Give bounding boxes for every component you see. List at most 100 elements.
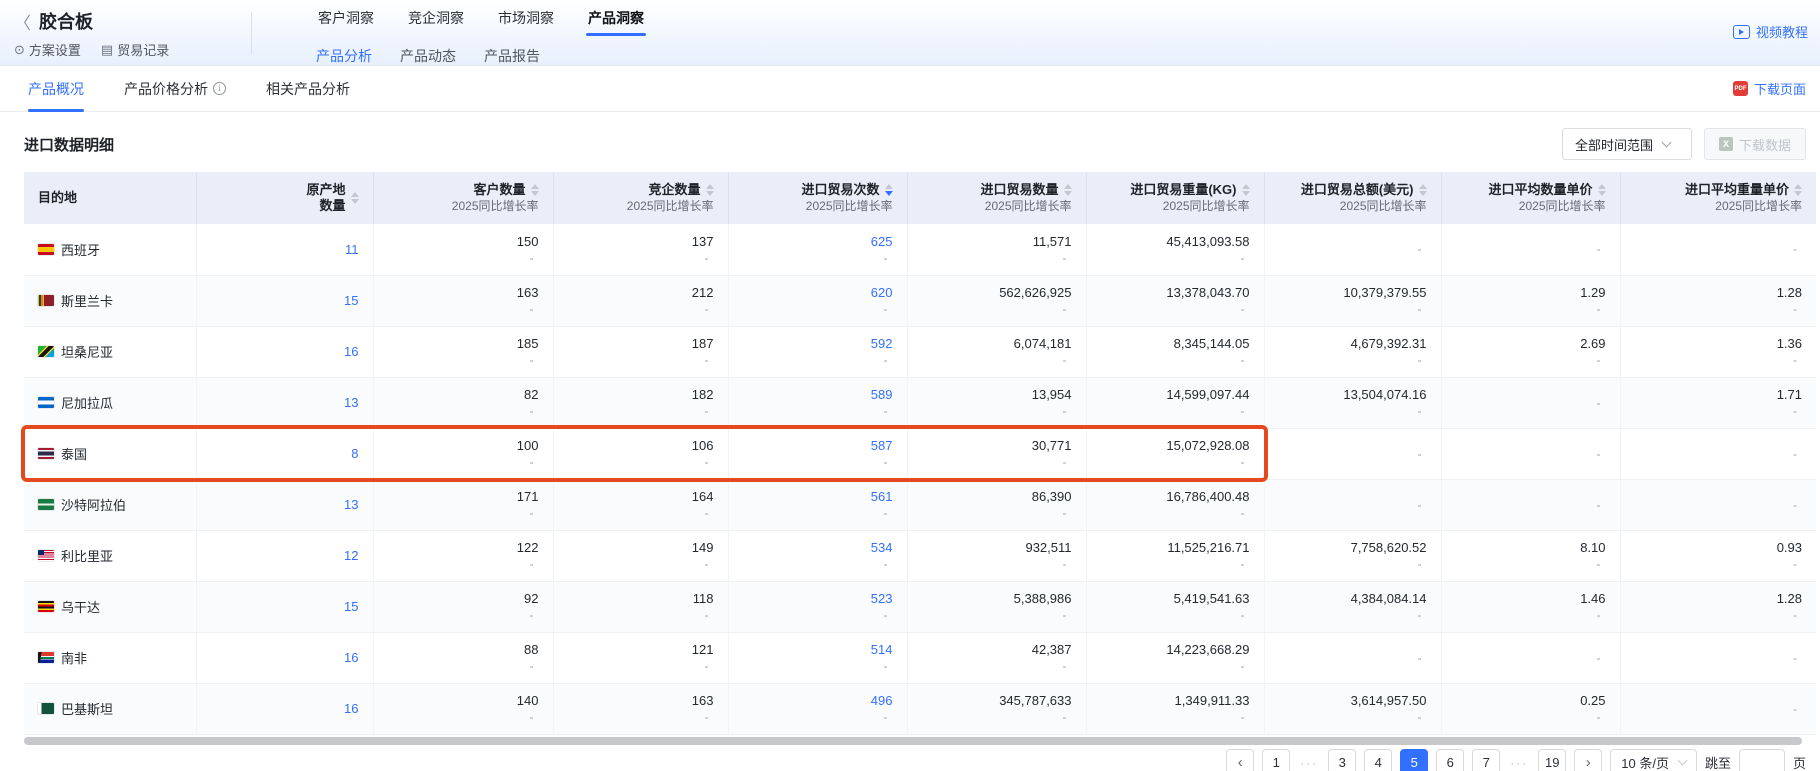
page-button-7[interactable]: 7 — [1472, 749, 1500, 771]
subtab-产品分析[interactable]: 产品分析 — [316, 46, 372, 66]
page-button-6[interactable]: 6 — [1436, 749, 1464, 771]
ellipsis: ··· — [1298, 756, 1320, 770]
import-trade-count-value[interactable]: 561 — [743, 488, 893, 505]
page-size-select[interactable]: 10 条/页 — [1610, 749, 1697, 771]
import-trade-count-value[interactable]: 592 — [743, 335, 893, 352]
avg-quantity-price-cell: 1.46- — [1441, 581, 1620, 632]
col-header-origin-count[interactable]: 原产地数量 — [196, 172, 373, 224]
growth-value: - — [1635, 352, 1803, 368]
growth-value: - — [743, 250, 893, 266]
table-row: 斯里兰卡15163-212-620-562,626,925-13,378,043… — [24, 275, 1816, 326]
sort-icon[interactable] — [1794, 184, 1802, 196]
col-header-competitor-count[interactable]: 竞企数量2025同比增长率 — [553, 172, 728, 224]
sort-icon[interactable] — [1064, 184, 1072, 196]
page-button-5[interactable]: 5 — [1400, 749, 1428, 771]
section-tab-相关产品分析[interactable]: 相关产品分析 — [266, 66, 350, 112]
origin-count-link[interactable]: 13 — [344, 395, 358, 410]
col-label-import-trade-quantity: 进口贸易数量 — [980, 182, 1058, 198]
col-growth-label: 2025同比增长率 — [806, 199, 893, 214]
import-trade-weight-cell: 45,413,093.58- — [1086, 224, 1264, 275]
growth-value: - — [1456, 241, 1606, 257]
import-trade-count-value[interactable]: 496 — [743, 692, 893, 709]
table-row: 沙特阿拉伯13171-164-561-86,390-16,786,400.48-… — [24, 479, 1816, 530]
trade-records-button[interactable]: ▤ 贸易记录 — [101, 40, 169, 59]
sort-asc-icon — [1598, 184, 1606, 189]
import-trade-quantity-cell: 86,390- — [907, 479, 1086, 530]
col-header-import-trade-weight[interactable]: 进口贸易重量(KG)2025同比增长率 — [1086, 172, 1264, 224]
tab-市场洞察[interactable]: 市场洞察 — [496, 6, 556, 34]
origin-count-link[interactable]: 12 — [344, 548, 358, 563]
page-button-19[interactable]: 19 — [1538, 749, 1566, 771]
tab-产品洞察[interactable]: 产品洞察 — [586, 6, 646, 34]
import-trade-count-value[interactable]: 514 — [743, 641, 893, 658]
download-data-button[interactable]: X 下载数据 — [1704, 128, 1806, 160]
page-button-3[interactable]: 3 — [1328, 749, 1356, 771]
sort-icon[interactable] — [1419, 184, 1427, 196]
origin-count-link[interactable]: 16 — [344, 701, 358, 716]
growth-value: - — [1101, 505, 1250, 521]
tab-客户洞察[interactable]: 客户洞察 — [316, 6, 376, 34]
import-trade-count-value[interactable]: 534 — [743, 539, 893, 556]
country-name: 西班牙 — [61, 240, 100, 259]
video-tutorial-link[interactable]: 视频教程 — [1733, 22, 1808, 41]
col-header-customer-count[interactable]: 客户数量2025同比增长率 — [373, 172, 553, 224]
sort-icon[interactable] — [351, 192, 359, 204]
sort-icon[interactable] — [531, 184, 539, 196]
origin-count-link[interactable]: 13 — [344, 497, 358, 512]
col-label-origin-count: 原产地数量 — [306, 182, 345, 214]
page-button-4[interactable]: 4 — [1364, 749, 1392, 771]
import-trade-count-value[interactable]: 587 — [743, 437, 893, 454]
sort-icon[interactable] — [706, 184, 714, 196]
import-trade-count-value[interactable]: 589 — [743, 386, 893, 403]
col-header-avg-weight-price[interactable]: 进口平均重量单价2025同比增长率 — [1620, 172, 1816, 224]
scheme-settings-button[interactable]: ⊙ 方案设置 — [14, 40, 81, 59]
table-row: 坦桑尼亚16185-187-592-6,074,181-8,345,144.05… — [24, 326, 1816, 377]
sort-desc-icon — [885, 191, 893, 196]
sort-icon[interactable] — [1598, 184, 1606, 196]
origin-count-link[interactable]: 16 — [344, 344, 358, 359]
growth-value: - — [388, 250, 539, 266]
page-button-1[interactable]: 1 — [1262, 749, 1290, 771]
import-trade-count-value[interactable]: 620 — [743, 284, 893, 301]
ellipsis: ··· — [1508, 756, 1530, 770]
competitor-count-value: 137 — [568, 233, 714, 250]
import-trade-quantity-cell: 11,571- — [907, 224, 1086, 275]
jump-page-input[interactable] — [1739, 749, 1785, 771]
section-tab-产品价格分析[interactable]: 产品价格分析i — [124, 66, 226, 112]
origin-count-link[interactable]: 16 — [344, 650, 358, 665]
download-page-link[interactable]: PDF 下载页面 — [1733, 79, 1806, 98]
avg-weight-price-cell: - — [1620, 224, 1816, 275]
origin-count-link[interactable]: 11 — [345, 242, 359, 257]
col-header-import-trade-amount[interactable]: 进口贸易总额(美元)2025同比增长率 — [1264, 172, 1441, 224]
section-tab-产品概况[interactable]: 产品概况 — [28, 66, 84, 112]
time-range-select[interactable]: 全部时间范围 — [1562, 128, 1692, 160]
origin-count-link[interactable]: 15 — [344, 293, 358, 308]
next-page-button[interactable]: › — [1574, 749, 1602, 771]
competitor-count-cell: 121- — [553, 632, 728, 683]
sort-icon[interactable] — [1242, 184, 1250, 196]
col-header-import-trade-quantity[interactable]: 进口贸易数量2025同比增长率 — [907, 172, 1086, 224]
growth-value: - — [568, 658, 714, 674]
col-header-avg-quantity-price[interactable]: 进口平均数量单价2025同比增长率 — [1441, 172, 1620, 224]
subtab-产品动态[interactable]: 产品动态 — [400, 46, 456, 66]
sort-icon[interactable] — [885, 184, 893, 196]
tab-竞企洞察[interactable]: 竞企洞察 — [406, 6, 466, 34]
table-title: 进口数据明细 — [24, 134, 114, 155]
import-trade-count-value[interactable]: 625 — [743, 233, 893, 250]
back-icon[interactable]: 〈 — [14, 9, 31, 34]
customer-count-value: 185 — [388, 335, 539, 352]
competitor-count-value: 106 — [568, 437, 714, 454]
avg-weight-price-cell: 1.28- — [1620, 275, 1816, 326]
competitor-count-cell: 187- — [553, 326, 728, 377]
origin-count-link[interactable]: 15 — [344, 599, 358, 614]
import-trade-quantity-value: 5,388,986 — [922, 590, 1072, 607]
horizontal-scrollbar[interactable] — [24, 737, 1802, 745]
origin-count-link[interactable]: 8 — [351, 446, 358, 461]
import-trade-count-value[interactable]: 523 — [743, 590, 893, 607]
subtab-产品报告[interactable]: 产品报告 — [484, 46, 540, 66]
prev-page-button[interactable]: ‹ — [1226, 749, 1254, 771]
import-trade-amount-cell: 4,679,392.31- — [1264, 326, 1441, 377]
col-growth-label: 2025同比增长率 — [452, 199, 539, 214]
col-header-import-trade-count[interactable]: 进口贸易次数2025同比增长率 — [728, 172, 907, 224]
col-label-destination: 目的地 — [38, 190, 77, 206]
